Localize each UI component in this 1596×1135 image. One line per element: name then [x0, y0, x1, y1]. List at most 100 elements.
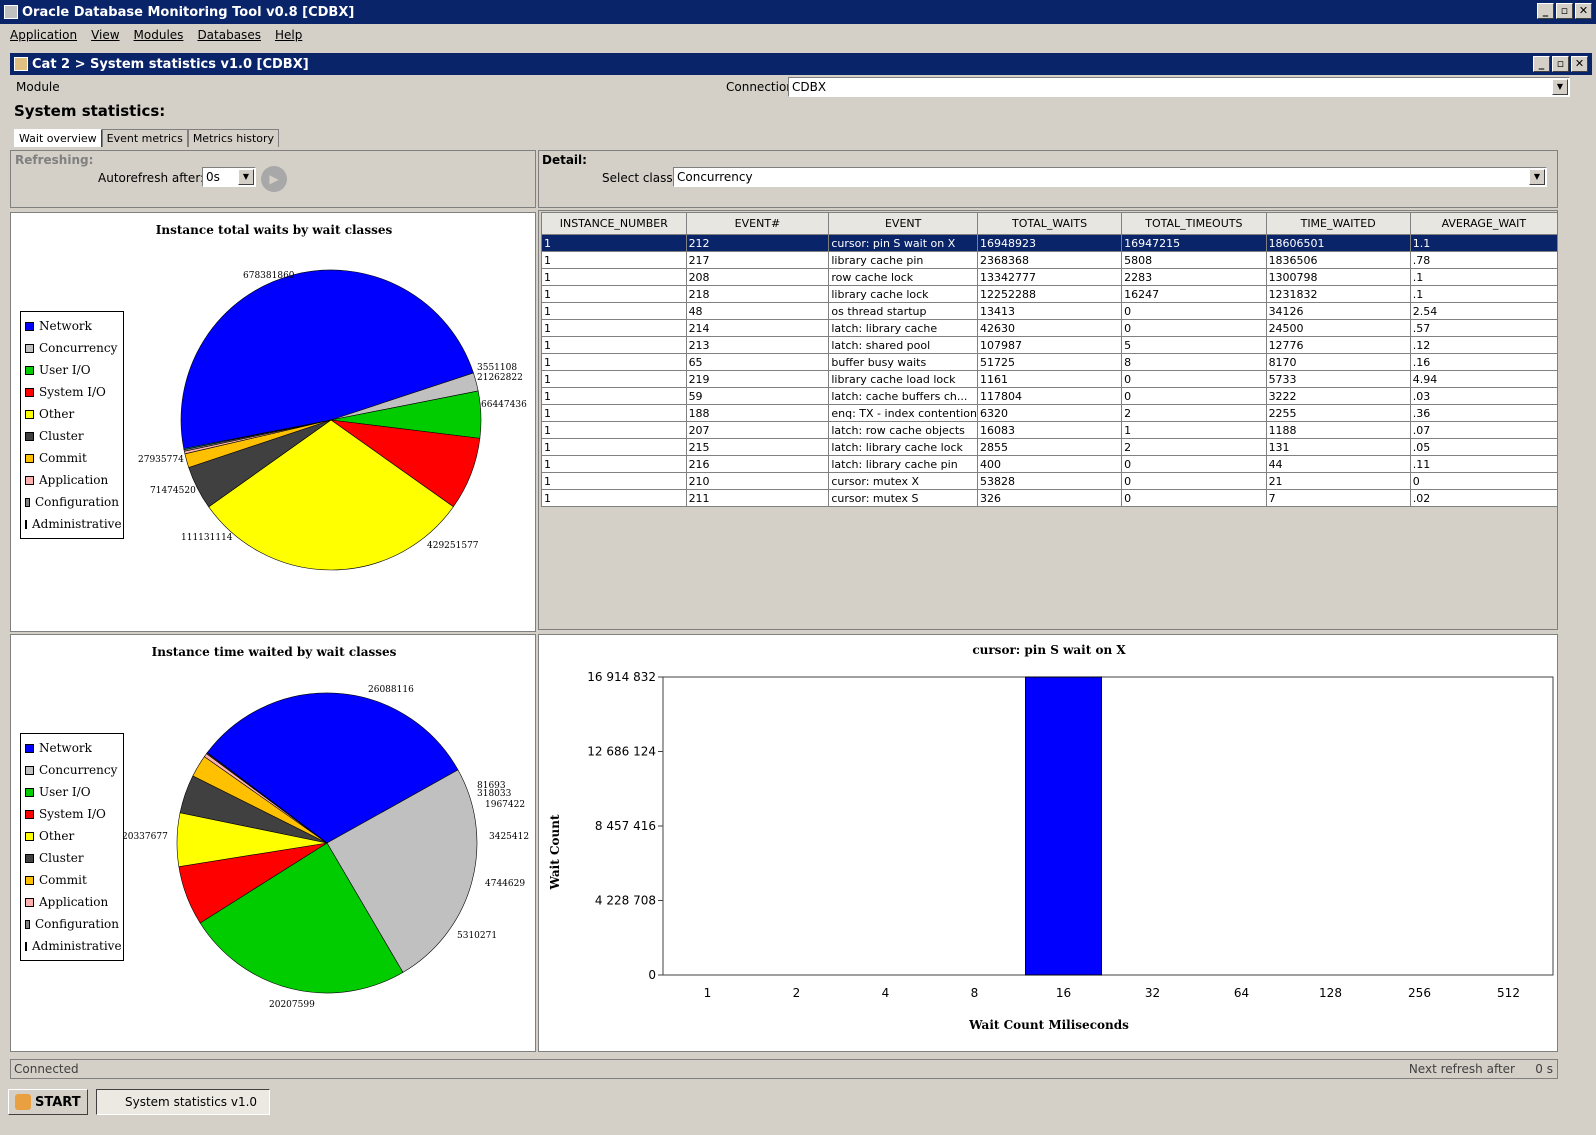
table-cell[interactable]: 24500 [1265, 319, 1411, 337]
table-row[interactable]: 1 212 cursor: pin S wait on X 16948923 16947… [541, 234, 1559, 252]
table-cell[interactable]: 188 [685, 404, 830, 422]
minimize-button[interactable]: _ [1537, 3, 1554, 19]
table-cell[interactable]: 1231832 [1265, 285, 1411, 303]
close-button[interactable]: ✕ [1575, 3, 1592, 19]
autorefresh-select[interactable]: 0s ▼ [202, 167, 256, 187]
chevron-down-icon[interactable]: ▼ [1529, 169, 1545, 185]
table-cell[interactable]: 34126 [1265, 302, 1411, 320]
table-cell[interactable]: 212 [685, 234, 830, 252]
tab-metrics-history[interactable]: Metrics history [187, 129, 280, 147]
table-cell[interactable]: 400 [976, 455, 1123, 473]
table-cell[interactable]: 211 [685, 489, 830, 507]
table-cell[interactable]: .36 [1409, 404, 1559, 422]
menu-modules[interactable]: Modules [134, 28, 184, 42]
table-cell[interactable]: 117804 [976, 387, 1123, 405]
module-minimize-button[interactable]: _ [1533, 56, 1550, 72]
table-row[interactable]: 1 216 latch: library cache pin 400 0 44.11 [541, 455, 1559, 473]
table-cell[interactable]: 0 [1121, 387, 1267, 405]
maximize-button[interactable]: ▫ [1556, 3, 1573, 19]
table-cell[interactable]: 1 [541, 370, 687, 388]
menu-databases[interactable]: Databases [197, 28, 261, 42]
table-cell[interactable]: 218 [685, 285, 830, 303]
select-class-dropdown[interactable]: Concurrency ▼ [673, 167, 1547, 187]
play-icon[interactable]: ▶ [261, 166, 287, 192]
col-header[interactable]: TOTAL_WAITS [976, 212, 1123, 235]
col-header[interactable]: TOTAL_TIMEOUTS [1121, 212, 1267, 235]
table-cell[interactable]: enq: TX - index contention [828, 404, 978, 422]
chevron-down-icon[interactable]: ▼ [1552, 79, 1568, 95]
table-cell[interactable]: 1 [541, 234, 687, 252]
table-cell[interactable]: 6320 [976, 404, 1123, 422]
table-row[interactable]: 1 188 enq: TX - index contention 6320 2 2255.… [541, 404, 1559, 422]
menu-help[interactable]: Help [275, 28, 302, 42]
table-cell[interactable]: 0 [1409, 472, 1559, 490]
table-cell[interactable]: 2 [1121, 404, 1267, 422]
table-cell[interactable]: 0 [1121, 319, 1267, 337]
table-row[interactable]: 1 218 library cache lock 12252288 16247 12318… [541, 285, 1559, 303]
tab-event-metrics[interactable]: Event metrics [101, 129, 188, 147]
table-cell[interactable]: latch: library cache pin [828, 455, 978, 473]
table-row[interactable]: 1 211 cursor: mutex S 326 0 7.02 [541, 489, 1559, 507]
table-cell[interactable]: .11 [1409, 455, 1559, 473]
table-cell[interactable]: buffer busy waits [828, 353, 978, 371]
table-cell[interactable]: 42630 [976, 319, 1123, 337]
table-cell[interactable]: .12 [1409, 336, 1559, 354]
table-row[interactable]: 1 217 library cache pin 2368368 5808 1836506.… [541, 251, 1559, 269]
table-cell[interactable]: 16947215 [1121, 234, 1267, 252]
menu-view[interactable]: View [91, 28, 119, 42]
table-cell[interactable]: cursor: mutex X [828, 472, 978, 490]
table-row[interactable]: 1 214 latch: library cache 42630 0 24500.57 [541, 319, 1559, 337]
table-cell[interactable]: 326 [976, 489, 1123, 507]
table-cell[interactable]: 2 [1121, 438, 1267, 456]
start-button[interactable]: START [8, 1089, 88, 1115]
table-cell[interactable]: 1 [1121, 421, 1267, 439]
table-cell[interactable]: 215 [685, 438, 830, 456]
table-cell[interactable]: .57 [1409, 319, 1559, 337]
table-cell[interactable]: 8 [1121, 353, 1267, 371]
table-cell[interactable]: 217 [685, 251, 830, 269]
table-cell[interactable]: 1 [541, 336, 687, 354]
table-cell[interactable]: library cache pin [828, 251, 978, 269]
table-cell[interactable]: 1 [541, 404, 687, 422]
table-cell[interactable]: library cache lock [828, 285, 978, 303]
table-cell[interactable]: 7 [1265, 489, 1411, 507]
table-cell[interactable]: cursor: mutex S [828, 489, 978, 507]
table-cell[interactable]: 65 [685, 353, 830, 371]
table-cell[interactable]: 219 [685, 370, 830, 388]
table-cell[interactable]: 207 [685, 421, 830, 439]
table-cell[interactable]: cursor: pin S wait on X [828, 234, 978, 252]
table-cell[interactable]: os thread startup [828, 302, 978, 320]
table-cell[interactable]: 214 [685, 319, 830, 337]
col-header[interactable]: EVENT [828, 212, 978, 235]
table-cell[interactable]: 16948923 [976, 234, 1123, 252]
table-cell[interactable]: .02 [1409, 489, 1559, 507]
taskbar-item[interactable]: System statistics v1.0 [96, 1089, 270, 1115]
module-close-button[interactable]: ✕ [1571, 56, 1588, 72]
tab-wait-overview[interactable]: Wait overview [14, 129, 102, 147]
table-cell[interactable]: 1.1 [1409, 234, 1559, 252]
table-cell[interactable]: 1 [541, 319, 687, 337]
table-row[interactable]: 1 219 library cache load lock 1161 0 5733 4.94 [541, 370, 1559, 388]
table-cell[interactable]: 208 [685, 268, 830, 286]
table-cell[interactable]: 48 [685, 302, 830, 320]
table-cell[interactable]: 2255 [1265, 404, 1411, 422]
table-cell[interactable]: 5733 [1265, 370, 1411, 388]
table-cell[interactable]: latch: shared pool [828, 336, 978, 354]
table-row[interactable]: 1 48 os thread startup 13413 0 34126 2.54 [541, 302, 1559, 320]
table-cell[interactable]: 1 [541, 268, 687, 286]
table-cell[interactable]: .07 [1409, 421, 1559, 439]
chevron-down-icon[interactable]: ▼ [238, 169, 254, 185]
table-cell[interactable]: 216 [685, 455, 830, 473]
menu-application[interactable]: Application [10, 28, 77, 42]
connections-select[interactable]: CDBX ▼ [788, 77, 1570, 97]
table-cell[interactable]: 51725 [976, 353, 1123, 371]
table-cell[interactable]: library cache load lock [828, 370, 978, 388]
col-header[interactable]: TIME_WAITED [1265, 212, 1411, 235]
col-header[interactable]: EVENT# [685, 212, 830, 235]
table-cell[interactable]: 12776 [1265, 336, 1411, 354]
table-row[interactable]: 1 65 buffer busy waits 51725 8 8170.16 [541, 353, 1559, 371]
table-cell[interactable]: 1 [541, 421, 687, 439]
table-row[interactable]: 1 215 latch: library cache lock 2855 2 131.05 [541, 438, 1559, 456]
table-cell[interactable]: 1 [541, 438, 687, 456]
table-cell[interactable]: 107987 [976, 336, 1123, 354]
